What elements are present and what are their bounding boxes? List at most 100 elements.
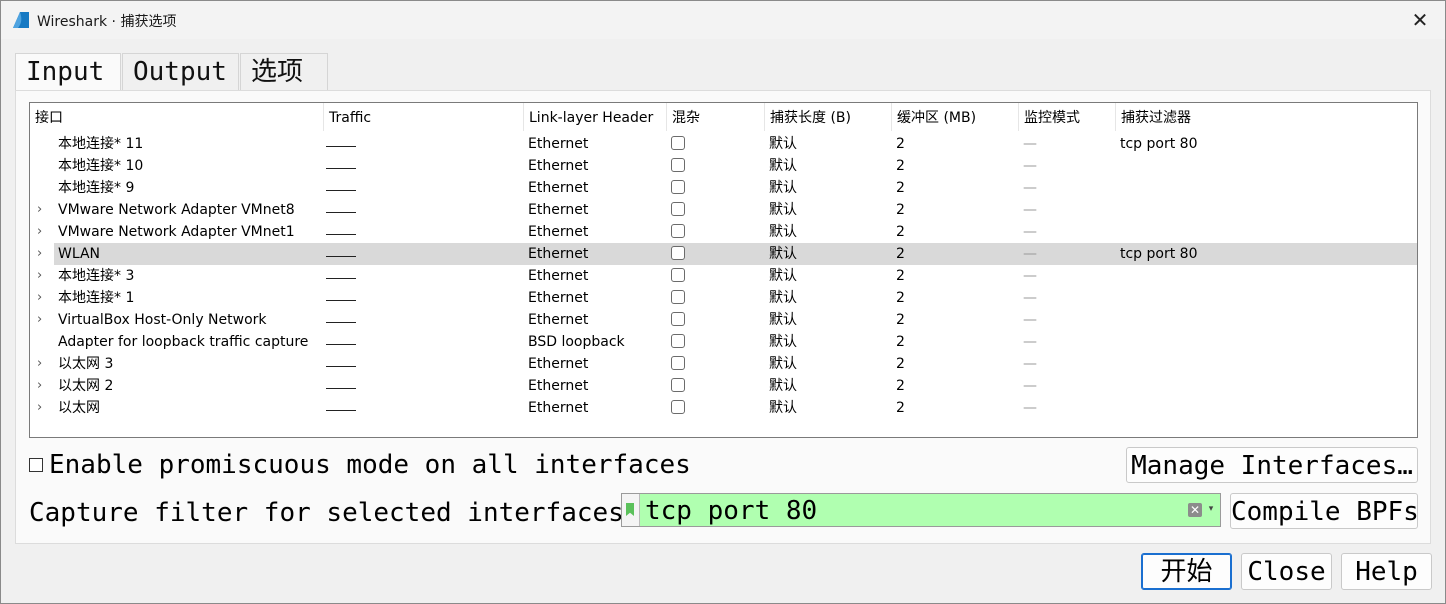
link-layer-header[interactable]: Ethernet — [528, 177, 588, 199]
promiscuous-row-checkbox[interactable] — [671, 180, 685, 194]
buffer-value[interactable]: 2 — [896, 375, 905, 397]
link-layer-header[interactable]: Ethernet — [528, 375, 588, 397]
promiscuous-row-checkbox[interactable] — [671, 312, 685, 326]
table-row[interactable]: › 以太网 2 Ethernet 默认 2 — — [30, 375, 1417, 397]
snaplen-value[interactable]: 默认 — [769, 309, 797, 331]
expand-chevron-icon[interactable]: › — [37, 353, 49, 375]
promiscuous-row-checkbox[interactable] — [671, 356, 685, 370]
buffer-value[interactable]: 2 — [896, 133, 905, 155]
snaplen-value[interactable]: 默认 — [769, 199, 797, 221]
snaplen-value[interactable]: 默认 — [769, 221, 797, 243]
buffer-value[interactable]: 2 — [896, 243, 905, 265]
table-row[interactable]: › VirtualBox Host-Only Network Ethernet 默认 2… — [30, 309, 1417, 331]
column-header-link-layer[interactable]: Link-layer Header — [524, 103, 667, 131]
table-row[interactable]: Adapter for loopback traffic capture BSD … — [30, 331, 1417, 353]
link-layer-header[interactable]: Ethernet — [528, 221, 588, 243]
link-layer-header[interactable]: Ethernet — [528, 397, 588, 419]
tab-output[interactable]: Output — [122, 53, 239, 90]
promiscuous-checkbox[interactable] — [29, 458, 43, 472]
link-layer-header[interactable]: Ethernet — [528, 133, 588, 155]
tab-options[interactable]: 选项 — [240, 53, 328, 90]
buffer-value[interactable]: 2 — [896, 221, 905, 243]
buffer-value[interactable]: 2 — [896, 309, 905, 331]
column-header-monitor-mode[interactable]: 监控模式 — [1019, 103, 1116, 131]
promiscuous-row-checkbox[interactable] — [671, 378, 685, 392]
expand-chevron-icon[interactable]: › — [37, 199, 49, 221]
snaplen-value[interactable]: 默认 — [769, 353, 797, 375]
compile-bpfs-button[interactable]: Compile BPFs — [1230, 493, 1419, 529]
snaplen-value[interactable]: 默认 — [769, 375, 797, 397]
link-layer-header[interactable]: Ethernet — [528, 309, 588, 331]
promiscuous-row-checkbox[interactable] — [671, 202, 685, 216]
promiscuous-row-checkbox[interactable] — [671, 334, 685, 348]
expand-chevron-icon[interactable]: › — [37, 221, 49, 243]
close-button[interactable]: Close — [1241, 553, 1332, 590]
buffer-value[interactable]: 2 — [896, 397, 905, 419]
expand-chevron-icon[interactable]: › — [37, 397, 49, 419]
snaplen-value[interactable]: 默认 — [769, 287, 797, 309]
link-layer-header[interactable]: Ethernet — [528, 155, 588, 177]
interfaces-table[interactable]: 接口 Traffic Link-layer Header 混杂 捕获长度 (B)… — [29, 102, 1418, 438]
buffer-value[interactable]: 2 — [896, 331, 905, 353]
column-header-capture-filter[interactable]: 捕获过滤器 — [1116, 103, 1417, 131]
promiscuous-row-checkbox[interactable] — [671, 246, 685, 260]
buffer-value[interactable]: 2 — [896, 155, 905, 177]
table-row[interactable]: › 本地连接* 1 Ethernet 默认 2 — — [30, 287, 1417, 309]
link-layer-header[interactable]: Ethernet — [528, 287, 588, 309]
capture-filter-input[interactable]: tcp port 80 ✕ ▾ — [621, 493, 1221, 527]
expand-chevron-icon[interactable]: › — [37, 375, 49, 397]
promiscuous-row-checkbox[interactable] — [671, 224, 685, 238]
promiscuous-row-checkbox[interactable] — [671, 158, 685, 172]
tab-input[interactable]: Input — [15, 53, 121, 92]
expand-chevron-icon[interactable]: › — [37, 309, 49, 331]
capture-filter-value[interactable]: tcp port 80 — [1120, 133, 1198, 155]
buffer-value[interactable]: 2 — [896, 287, 905, 309]
snaplen-value[interactable]: 默认 — [769, 133, 797, 155]
start-button[interactable]: 开始 — [1141, 553, 1232, 590]
link-layer-header[interactable]: BSD loopback — [528, 331, 625, 353]
table-row[interactable]: › VMware Network Adapter VMnet8 Ethernet 默认… — [30, 199, 1417, 221]
table-row[interactable]: › 以太网 3 Ethernet 默认 2 — — [30, 353, 1417, 375]
snaplen-value[interactable]: 默认 — [769, 243, 797, 265]
buffer-value[interactable]: 2 — [896, 199, 905, 221]
filter-bookmark-button[interactable] — [622, 494, 640, 526]
column-header-interface[interactable]: 接口 — [30, 103, 324, 131]
column-header-traffic[interactable]: Traffic — [324, 103, 524, 131]
filter-dropdown-icon[interactable]: ▾ — [1206, 494, 1216, 526]
capture-filter-value[interactable]: tcp port 80 — [1120, 243, 1198, 265]
snaplen-value[interactable]: 默认 — [769, 265, 797, 287]
table-row[interactable]: 本地连接* 11 Ethernet 默认 2 — tcp port 80 — [30, 133, 1417, 155]
promiscuous-row-checkbox[interactable] — [671, 136, 685, 150]
link-layer-header[interactable]: Ethernet — [528, 243, 588, 265]
table-row[interactable]: 本地连接* 10 Ethernet 默认 2 — — [30, 155, 1417, 177]
column-header-buffer[interactable]: 缓冲区 (MB) — [892, 103, 1019, 131]
snaplen-value[interactable]: 默认 — [769, 155, 797, 177]
link-layer-header[interactable]: Ethernet — [528, 199, 588, 221]
table-row[interactable]: › VMware Network Adapter VMnet1 Ethernet 默认… — [30, 221, 1417, 243]
manage-interfaces-button[interactable]: Manage Interfaces… — [1126, 447, 1418, 483]
promiscuous-label[interactable]: Enable promiscuous mode on all interface… — [49, 447, 691, 483]
help-button[interactable]: Help — [1341, 553, 1432, 590]
table-row[interactable]: › 以太网 Ethernet 默认 2 — — [30, 397, 1417, 419]
snaplen-value[interactable]: 默认 — [769, 331, 797, 353]
close-icon[interactable]: ✕ — [1407, 7, 1433, 33]
column-header-snaplen[interactable]: 捕获长度 (B) — [765, 103, 892, 131]
column-header-promiscuous[interactable]: 混杂 — [667, 103, 765, 131]
promiscuous-row-checkbox[interactable] — [671, 290, 685, 304]
link-layer-header[interactable]: Ethernet — [528, 353, 588, 375]
promiscuous-row-checkbox[interactable] — [671, 268, 685, 282]
snaplen-value[interactable]: 默认 — [769, 397, 797, 419]
table-row[interactable]: 本地连接* 9 Ethernet 默认 2 — — [30, 177, 1417, 199]
buffer-value[interactable]: 2 — [896, 265, 905, 287]
promiscuous-row-checkbox[interactable] — [671, 400, 685, 414]
capture-filter-value[interactable]: tcp port 80 — [645, 494, 817, 528]
buffer-value[interactable]: 2 — [896, 353, 905, 375]
table-row[interactable]: › 本地连接* 3 Ethernet 默认 2 — — [30, 265, 1417, 287]
expand-chevron-icon[interactable]: › — [37, 265, 49, 287]
expand-chevron-icon[interactable]: › — [37, 243, 49, 265]
clear-filter-icon[interactable]: ✕ — [1188, 503, 1202, 517]
table-row[interactable]: › WLAN Ethernet 默认 2 — tcp port 80 — [30, 243, 1417, 265]
snaplen-value[interactable]: 默认 — [769, 177, 797, 199]
expand-chevron-icon[interactable]: › — [37, 287, 49, 309]
link-layer-header[interactable]: Ethernet — [528, 265, 588, 287]
